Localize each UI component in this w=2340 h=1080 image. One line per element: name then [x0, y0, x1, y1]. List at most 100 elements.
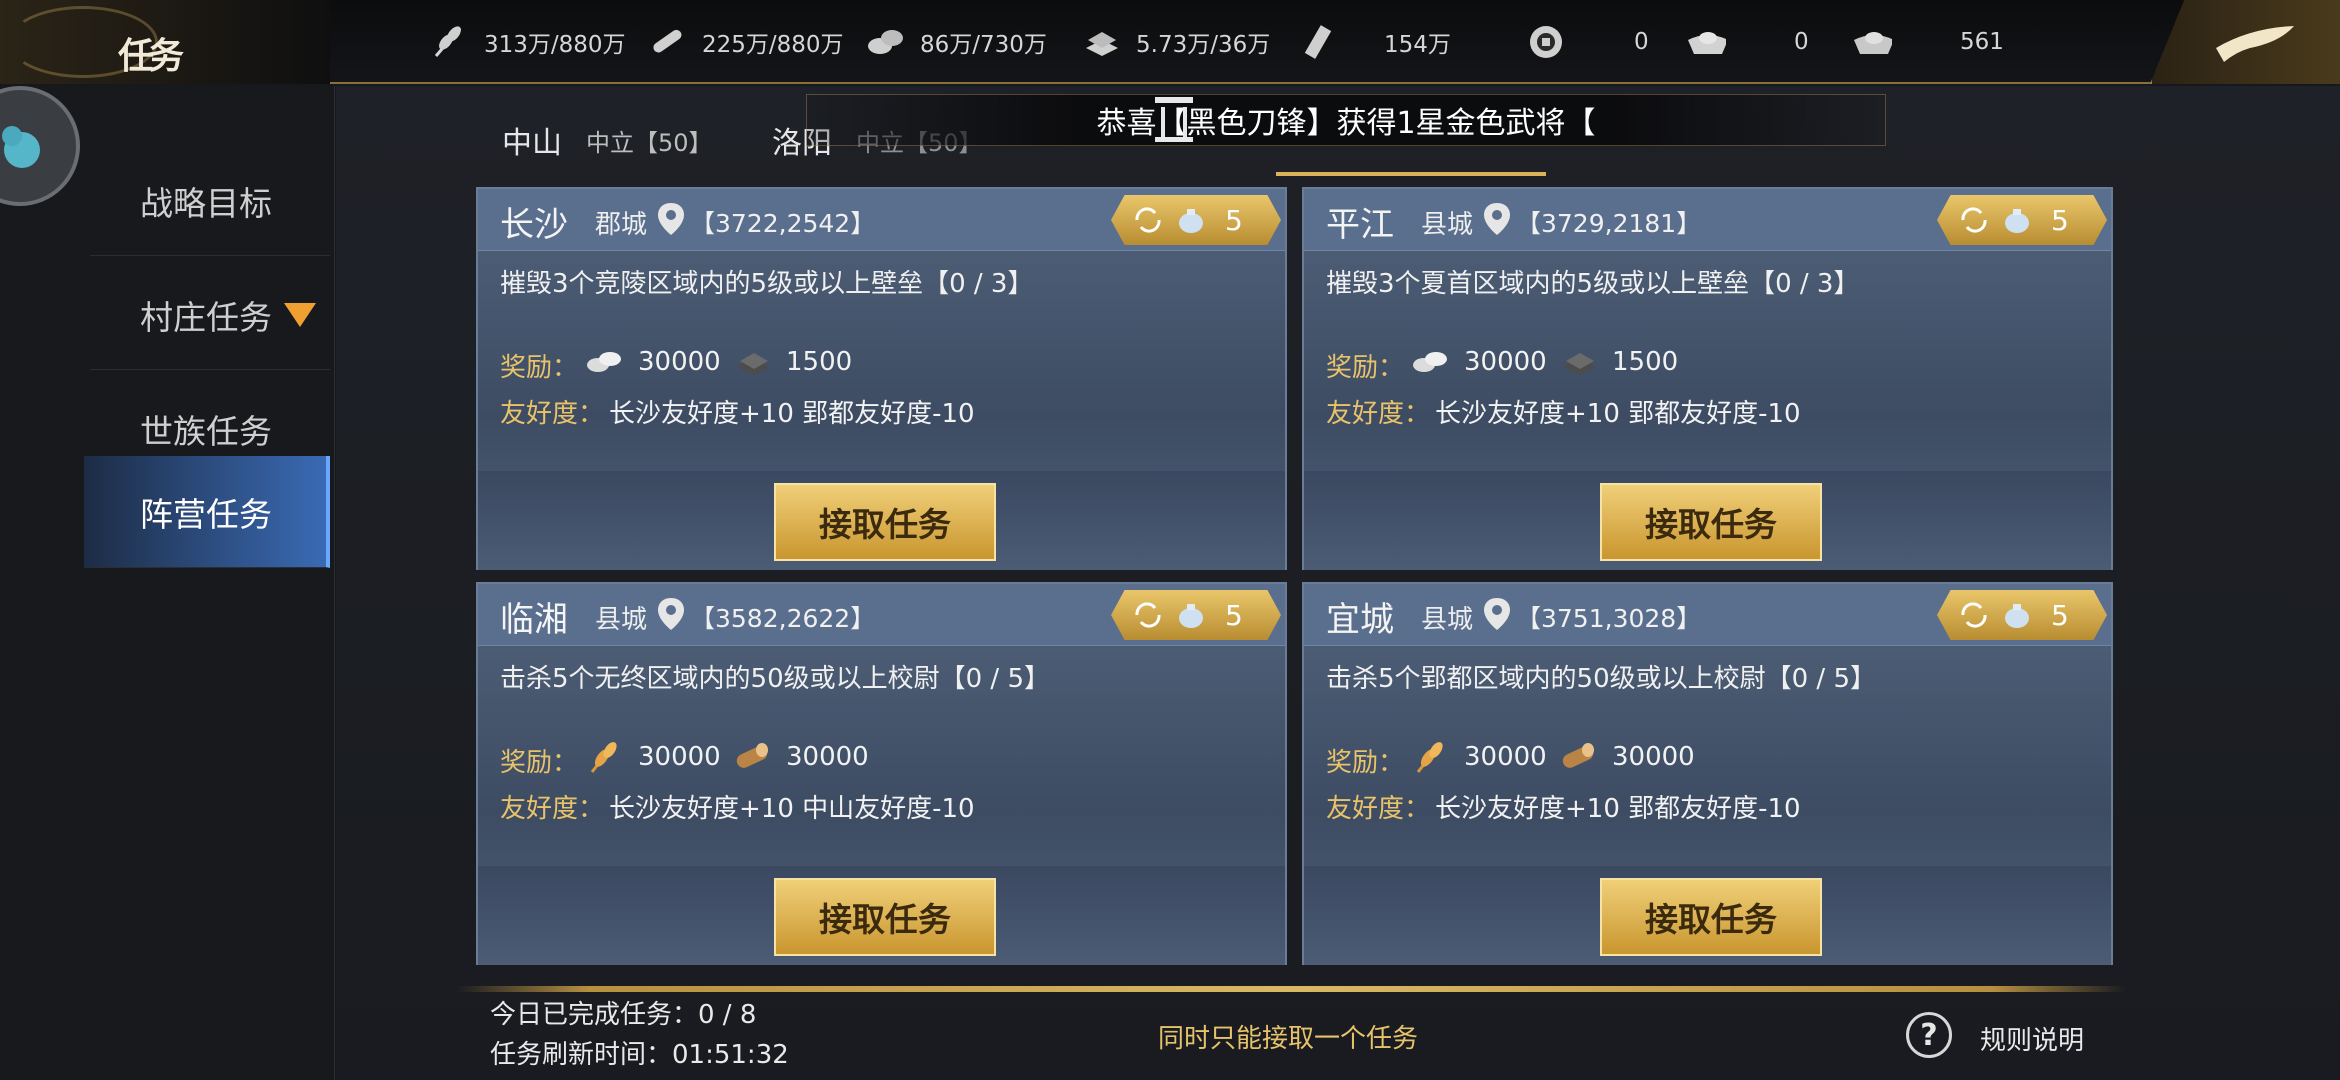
sidebar: 战略目标 村庄任务 世族任务 阵营任务 — [0, 86, 335, 1080]
wheat-icon — [584, 740, 626, 774]
location-pin-icon[interactable] — [1482, 201, 1512, 237]
resource-stone: 86万/730万 — [866, 20, 1047, 64]
resource-wood: 225万/880万 — [648, 20, 844, 64]
wheat-icon — [430, 22, 470, 62]
reward-item: 30000 — [1410, 345, 1547, 379]
resource-coin: 0 — [1526, 20, 1649, 64]
sidebar-item-faction[interactable]: 阵营任务 — [84, 456, 330, 568]
reward-label: 奖励： — [1326, 748, 1405, 778]
accept-task-button[interactable]: 接取任务 — [774, 878, 996, 956]
broadcast-notice: 恭喜【黑色刀锋】获得1星金色武将【 — [806, 94, 1886, 146]
coordinates-link[interactable]: 【3729,2181】 — [1516, 204, 1701, 240]
task-card: 临湘 县城 【3582,2622】 5 击杀5个无终区域内的50级或以上校尉【0… — [476, 582, 1287, 965]
tab-zhongshan[interactable]: 中山 中立【50】 — [502, 106, 713, 174]
coordinates-link[interactable]: 【3582,2622】 — [690, 599, 875, 635]
refresh-badge[interactable]: 5 — [1937, 195, 2107, 245]
rules-link[interactable]: 规则说明 — [1980, 1020, 2084, 1057]
friendship-label: 友好度： — [500, 794, 605, 824]
accept-task-button[interactable]: 接取任务 — [774, 483, 996, 561]
refresh-badge[interactable]: 5 — [1111, 590, 1281, 640]
silver-pot-icon — [1179, 604, 1203, 628]
city-name: 平江 — [1326, 205, 1394, 245]
refresh-icon — [1961, 207, 1987, 233]
silver-pot-icon — [2005, 604, 2029, 628]
accept-task-button[interactable]: 接取任务 — [1600, 483, 1822, 561]
main-panel: 中山中立【50】 洛阳中立【50】 恭喜【黑色刀锋】获得1星金色武将【 长沙 郡… — [336, 86, 2340, 1080]
task-card: 宜城 县城 【3751,3028】 5 击杀5个郢都区域内的50级或以上校尉【0… — [1302, 582, 2113, 965]
reward-item: 30000 — [584, 345, 721, 379]
city-name: 宜城 — [1326, 600, 1394, 640]
reward-label: 奖励： — [1326, 353, 1405, 383]
location-pin-icon[interactable] — [656, 201, 686, 237]
coordinates-link[interactable]: 【3722,2542】 — [690, 204, 875, 240]
refresh-icon — [1135, 207, 1161, 233]
resource-scroll: 154万 — [1300, 20, 1451, 64]
city-type: 县城 — [1421, 605, 1474, 635]
help-icon[interactable]: ? — [1906, 1012, 1952, 1058]
top-bar: 任务 313万/880万 225万/880万 86万/730万 5.73万/36… — [0, 0, 2340, 84]
iron-ingot-icon — [1558, 345, 1600, 379]
reward-item: 30000 — [1558, 740, 1695, 774]
silver-icon — [1410, 345, 1452, 379]
silver-ingot-icon — [1852, 22, 1892, 62]
silver-icon — [584, 345, 626, 379]
reward-item: 30000 — [584, 740, 721, 774]
refresh-badge[interactable]: 5 — [1937, 590, 2107, 640]
log-icon — [732, 740, 774, 774]
resource-gold-ingot: 0 — [1686, 20, 1809, 64]
friendship-value: 长沙友好度+10 郢都友好度-10 — [609, 399, 975, 429]
friendship-label: 友好度： — [1326, 399, 1431, 429]
completed-count: 今日已完成任务：0 / 8 — [490, 1000, 757, 1030]
alert-triangle-icon — [284, 302, 316, 327]
resource-wheat: 313万/880万 — [430, 20, 626, 64]
reward-label: 奖励： — [500, 353, 579, 383]
reward-item: 30000 — [732, 740, 869, 774]
friendship-value: 长沙友好度+10 郢都友好度-10 — [1435, 399, 1801, 429]
reward-item: 1500 — [732, 345, 852, 379]
silver-pot-icon — [1179, 209, 1203, 233]
reward-label: 奖励： — [500, 748, 579, 778]
log-icon — [1558, 740, 1600, 774]
task-description: 摧毁3个夏首区域内的5级或以上壁垒【0 / 3】 — [1326, 269, 1860, 299]
friendship-label: 友好度： — [1326, 794, 1431, 824]
wood-icon — [648, 22, 688, 62]
refresh-timer: 任务刷新时间：01:51:32 — [490, 1040, 789, 1070]
iron-icon — [1082, 22, 1122, 62]
title-area: 任务 — [0, 0, 330, 84]
horn-icon — [1155, 97, 1193, 142]
sidebar-item-village[interactable]: 村庄任务 — [90, 260, 330, 370]
avatar-emblem-icon — [2, 126, 40, 168]
wheat-icon — [1410, 740, 1452, 774]
task-description: 击杀5个郢都区域内的50级或以上校尉【0 / 5】 — [1326, 664, 1876, 694]
sidebar-item-strategy[interactable]: 战略目标 — [90, 146, 330, 256]
city-name: 长沙 — [500, 205, 568, 245]
refresh-icon — [1135, 602, 1161, 628]
reward-item: 30000 — [1410, 740, 1547, 774]
coin-icon — [1526, 22, 1566, 62]
coordinates-link[interactable]: 【3751,3028】 — [1516, 599, 1701, 635]
refresh-icon — [1961, 602, 1987, 628]
back-button[interactable] — [2150, 0, 2340, 84]
scroll-icon — [1300, 22, 1340, 62]
task-description: 击杀5个无终区域内的50级或以上校尉【0 / 5】 — [500, 664, 1050, 694]
friendship-label: 友好度： — [500, 399, 605, 429]
city-type: 县城 — [595, 605, 648, 635]
accept-task-button[interactable]: 接取任务 — [1600, 878, 1822, 956]
city-type: 郡城 — [595, 210, 648, 240]
location-pin-icon[interactable] — [1482, 596, 1512, 632]
player-avatar[interactable] — [0, 86, 80, 206]
task-card: 长沙 郡城 【3722,2542】 5 摧毁3个竞陵区域内的5级或以上壁垒【0 … — [476, 187, 1287, 570]
resource-silver-ingot: 561 — [1852, 20, 2004, 64]
reward-item: 1500 — [1558, 345, 1678, 379]
location-pin-icon[interactable] — [656, 596, 686, 632]
iron-ingot-icon — [732, 345, 774, 379]
active-tab-indicator — [1276, 172, 1546, 176]
task-card: 平江 县城 【3729,2181】 5 摧毁3个夏首区域内的5级或以上壁垒【0 … — [1302, 187, 2113, 570]
single-task-note: 同时只能接取一个任务 — [1158, 1024, 1419, 1054]
city-type: 县城 — [1421, 210, 1474, 240]
silver-pot-icon — [2005, 209, 2029, 233]
resource-iron: 5.73万/36万 — [1082, 20, 1270, 64]
refresh-badge[interactable]: 5 — [1111, 195, 1281, 245]
footer-divider — [456, 986, 2126, 992]
gold-ingot-icon — [1686, 22, 1726, 62]
